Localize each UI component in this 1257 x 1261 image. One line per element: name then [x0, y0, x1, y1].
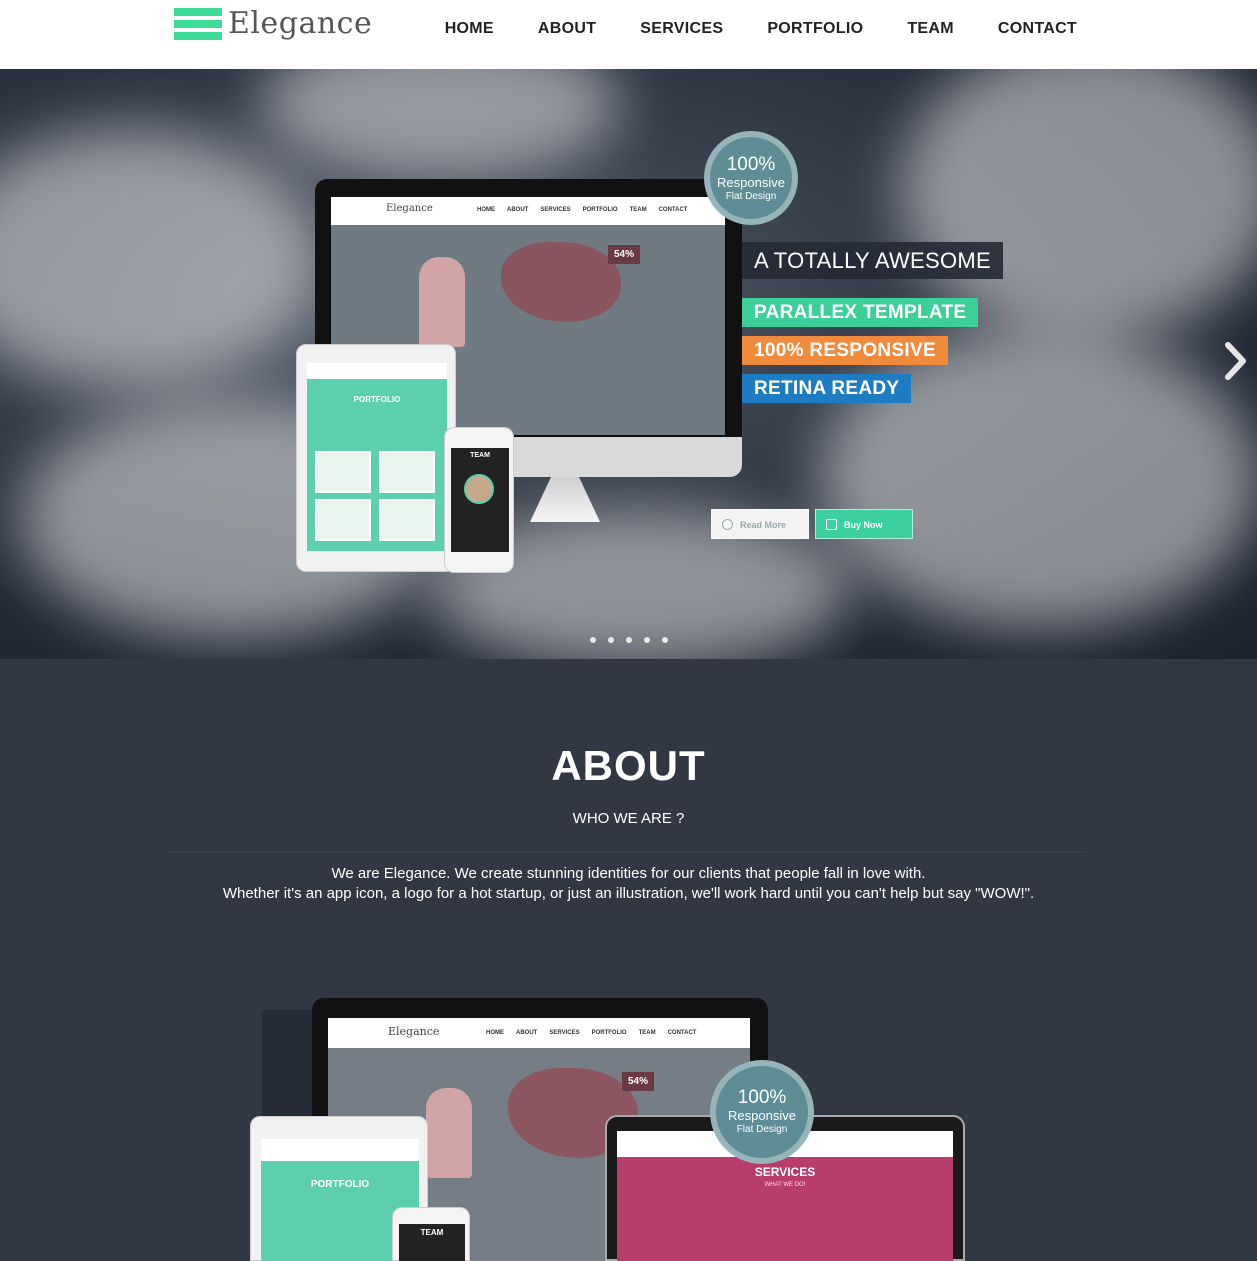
- phone-title: TEAM: [420, 1228, 444, 1237]
- laptop-title: SERVICES: [754, 1165, 816, 1179]
- phone-screen: TEAM: [399, 1224, 465, 1261]
- mini-nav-item: CONTACT: [667, 1030, 697, 1036]
- mini-logo: Elegance: [388, 1025, 440, 1038]
- about-description: We are Elegance. We create stunning iden…: [0, 864, 1257, 904]
- mini-nav-item: SERVICES: [549, 1030, 580, 1036]
- nav-contact[interactable]: CONTACT: [998, 20, 1077, 38]
- about-line-1: We are Elegance. We create stunning iden…: [331, 865, 926, 882]
- mini-nav-item: ABOUT: [516, 1030, 538, 1036]
- about-subtitle: WHO WE ARE ?: [572, 810, 685, 827]
- slide-dot[interactable]: [644, 637, 650, 643]
- site-header: Elegance HOME ABOUT SERVICES PORTFOLIO T…: [0, 0, 1257, 69]
- about-phone-mockup: TEAM: [392, 1207, 470, 1261]
- slide-dot[interactable]: [626, 637, 632, 643]
- percent-label: 54%: [608, 245, 641, 264]
- mini-nav-item: CONTACT: [658, 207, 688, 213]
- logo-bar: [174, 32, 222, 40]
- nav-team[interactable]: TEAM: [907, 20, 954, 38]
- hero-headline: A TOTALLY AWESOME: [742, 242, 1004, 279]
- portfolio-tile: [379, 451, 435, 493]
- mini-nav-item: TEAM: [629, 207, 647, 213]
- cloud: [0, 129, 320, 389]
- logo-bar: [174, 8, 222, 16]
- cloud: [260, 69, 620, 179]
- mini-nav-item: HOME: [477, 207, 495, 213]
- avatar: [464, 474, 494, 504]
- people-graphic: [419, 257, 465, 347]
- nav-about[interactable]: ABOUT: [538, 20, 596, 38]
- next-slide-arrow-icon[interactable]: [1223, 341, 1249, 381]
- badge-label: Responsive: [728, 1108, 796, 1123]
- mini-nav: HOME ABOUT SERVICES PORTFOLIO TEAM CONTA…: [486, 1030, 696, 1036]
- percent-label: 54%: [622, 1072, 655, 1091]
- slider-dots: [590, 637, 668, 643]
- tablet-mockup: PORTFOLIO: [296, 344, 456, 572]
- badge-label: Responsive: [717, 175, 785, 190]
- buy-now-label: Buy Now: [844, 520, 883, 530]
- people-graphic: [426, 1088, 472, 1178]
- responsive-badge: 100% Responsive Flat Design: [704, 131, 798, 225]
- phone-screen: TEAM: [451, 448, 509, 552]
- mini-header: Elegance HOME ABOUT SERVICES PORTFOLIO T…: [331, 197, 725, 225]
- nav-services[interactable]: SERVICES: [640, 20, 723, 38]
- read-more-label: Read More: [740, 520, 787, 530]
- tablet-header: [307, 363, 447, 379]
- buy-now-button[interactable]: Buy Now: [815, 509, 913, 539]
- tag-retina: RETINA READY: [742, 374, 912, 403]
- mini-nav-item: SERVICES: [540, 207, 571, 213]
- about-line-2: Whether it's an app icon, a logo for a h…: [222, 885, 1035, 902]
- badge-sublabel: Flat Design: [725, 191, 777, 202]
- badge-sublabel: Flat Design: [736, 1124, 788, 1135]
- tablet-title: PORTFOLIO: [310, 1179, 370, 1190]
- main-nav: HOME ABOUT SERVICES PORTFOLIO TEAM CONTA…: [445, 20, 1077, 38]
- download-icon: [826, 519, 837, 530]
- divider: [168, 850, 1086, 852]
- monitor-stand: [530, 477, 600, 522]
- phone-title: TEAM: [470, 452, 490, 459]
- mini-nav-item: TEAM: [638, 1030, 656, 1036]
- plus-circle-icon: [722, 519, 733, 530]
- tablet-screen: PORTFOLIO: [307, 363, 447, 551]
- badge-percent: 100%: [726, 154, 776, 175]
- tablet-header: [261, 1139, 419, 1161]
- nav-portfolio[interactable]: PORTFOLIO: [767, 20, 863, 38]
- logo-wordmark: Elegance: [228, 6, 373, 41]
- portfolio-tile: [315, 451, 371, 493]
- badge-percent: 100%: [737, 1087, 787, 1108]
- mini-logo: Elegance: [386, 203, 433, 214]
- about-title: ABOUT: [551, 742, 706, 789]
- hero-slider: Elegance HOME ABOUT SERVICES PORTFOLIO T…: [0, 69, 1257, 659]
- read-more-button[interactable]: Read More: [711, 509, 809, 539]
- mini-nav-item: PORTFOLIO: [591, 1030, 627, 1036]
- mini-nav-item: HOME: [486, 1030, 504, 1036]
- mini-header: Elegance HOME ABOUT SERVICES PORTFOLIO T…: [328, 1018, 750, 1048]
- laptop-subtitle: WHAT WE DO!: [764, 1182, 806, 1188]
- nav-home[interactable]: HOME: [445, 20, 494, 38]
- slide-dot[interactable]: [662, 637, 668, 643]
- mini-nav-item: PORTFOLIO: [582, 207, 618, 213]
- world-map-graphic: [501, 242, 621, 322]
- slide-dot[interactable]: [608, 637, 614, 643]
- mini-nav: HOME ABOUT SERVICES PORTFOLIO TEAM CONTA…: [477, 207, 687, 213]
- tag-parallex: PARALLEX TEMPLATE: [742, 298, 979, 327]
- portfolio-tile: [315, 499, 371, 541]
- logo-bar: [174, 20, 222, 28]
- tag-responsive: 100% RESPONSIVE: [742, 336, 948, 365]
- elegance-logo[interactable]: Elegance: [174, 6, 372, 50]
- portfolio-tile: [379, 499, 435, 541]
- mini-nav-item: ABOUT: [507, 207, 529, 213]
- tablet-title: PORTFOLIO: [353, 395, 401, 404]
- phone-mockup: TEAM: [444, 427, 514, 573]
- about-responsive-badge: 100% Responsive Flat Design: [710, 1060, 814, 1164]
- slide-dot[interactable]: [590, 637, 596, 643]
